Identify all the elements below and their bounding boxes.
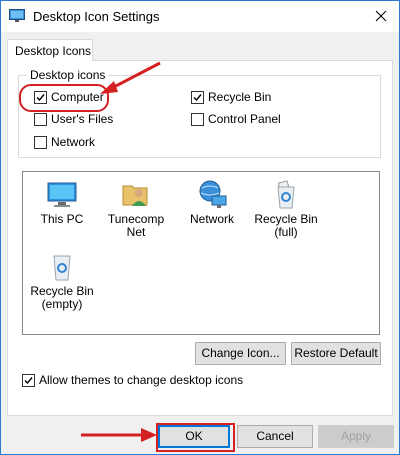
restore-default-button[interactable]: Restore Default bbox=[291, 342, 381, 365]
title-bar: Desktop Icon Settings bbox=[1, 1, 399, 32]
desktop-settings-icon bbox=[9, 9, 25, 22]
list-item-recycle-bin-empty[interactable]: Recycle Bin (empty) bbox=[25, 250, 99, 320]
user-folder-icon bbox=[122, 185, 148, 206]
checkbox-label: Network bbox=[51, 135, 96, 149]
checkbox-box[interactable] bbox=[191, 91, 204, 104]
ok-button[interactable]: OK bbox=[158, 425, 230, 448]
checkbox-box[interactable] bbox=[34, 136, 47, 149]
icon-list[interactable]: This PC Tunecomp Net Network Recycle Bin… bbox=[22, 171, 380, 335]
checkbox-label: Recycle Bin bbox=[208, 90, 272, 104]
checkbox-box[interactable] bbox=[34, 91, 47, 104]
close-button[interactable] bbox=[363, 1, 399, 32]
annotation-arrow-icon bbox=[81, 428, 157, 442]
checkbox-label: User's Files bbox=[51, 112, 114, 126]
recycle-bin-empty-icon bbox=[53, 255, 71, 281]
checkmark-icon bbox=[193, 94, 202, 102]
tab-label: Desktop Icons bbox=[15, 44, 92, 58]
network-icon bbox=[199, 180, 227, 208]
list-item-recycle-bin-full[interactable]: Recycle Bin (full) bbox=[249, 178, 323, 248]
cancel-button[interactable]: Cancel bbox=[237, 425, 313, 448]
this-pc-icon bbox=[47, 182, 77, 207]
checkbox-box[interactable] bbox=[22, 374, 35, 387]
list-item-this-pc[interactable]: This PC bbox=[25, 178, 99, 238]
change-icon-button[interactable]: Change Icon... bbox=[195, 342, 286, 365]
recycle-bin-full-icon bbox=[277, 180, 295, 209]
list-item-network[interactable]: Network bbox=[175, 178, 249, 238]
checkbox-label: Computer bbox=[51, 90, 104, 104]
list-item-user-folder[interactable]: Tunecomp Net bbox=[99, 178, 173, 239]
list-item-label: Tunecomp Net bbox=[107, 212, 165, 239]
checkbox-label: Control Panel bbox=[208, 112, 281, 126]
groupbox-legend: Desktop icons bbox=[27, 68, 109, 82]
tab-desktop-icons[interactable]: Desktop Icons bbox=[7, 39, 93, 61]
checkbox-box[interactable] bbox=[191, 113, 204, 126]
checkmark-icon bbox=[24, 377, 33, 385]
list-item-label: Recycle Bin (empty) bbox=[30, 284, 94, 311]
list-item-label: Recycle Bin (full) bbox=[254, 212, 318, 239]
checkmark-icon bbox=[36, 94, 45, 102]
window-title: Desktop Icon Settings bbox=[33, 9, 160, 24]
list-item-label: This PC bbox=[40, 212, 84, 226]
list-item-label: Network bbox=[189, 212, 234, 226]
apply-button[interactable]: Apply bbox=[318, 425, 394, 448]
close-icon bbox=[375, 10, 387, 22]
dialog-window: Desktop Icon Settings Desktop Icons Desk… bbox=[0, 0, 400, 455]
checkbox-box[interactable] bbox=[34, 113, 47, 126]
checkbox-label: Allow themes to change desktop icons bbox=[39, 373, 244, 387]
